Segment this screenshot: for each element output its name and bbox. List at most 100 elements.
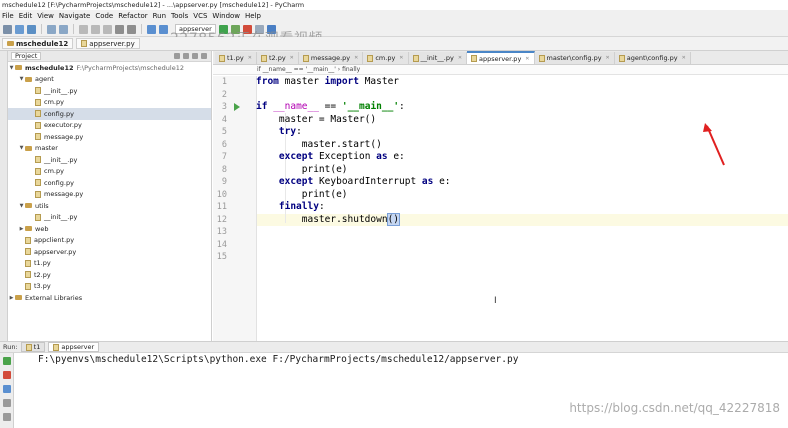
chevron-right-icon[interactable]: ▶: [8, 295, 15, 301]
editor-tab[interactable]: t2.py ✕: [256, 52, 299, 64]
tree-folder[interactable]: ▶ web: [8, 223, 211, 235]
tree-folder[interactable]: ▼ master: [8, 143, 211, 155]
paste-icon[interactable]: [103, 24, 112, 34]
close-icon[interactable]: ✕: [525, 56, 529, 62]
close-icon[interactable]: ✕: [682, 55, 686, 61]
menu-code[interactable]: Code: [95, 12, 113, 20]
menu-edit[interactable]: Edit: [19, 12, 33, 20]
editor-tab[interactable]: master\config.py ✕: [534, 52, 615, 64]
menu-view[interactable]: View: [37, 12, 54, 20]
find-icon[interactable]: [115, 24, 124, 34]
collapse-icon[interactable]: [183, 53, 189, 59]
tree-file[interactable]: t3.py: [8, 281, 211, 293]
tree-file[interactable]: appclient.py: [8, 235, 211, 247]
line-number: 2: [221, 89, 227, 100]
close-icon[interactable]: ✕: [458, 55, 462, 61]
code-breadcrumb[interactable]: if __name__ == '__main__' › finally: [213, 65, 788, 75]
close-icon[interactable]: ✕: [399, 55, 403, 61]
chevron-down-icon[interactable]: ▼: [8, 65, 15, 71]
tool-window-strip: [0, 51, 8, 341]
tree-library[interactable]: ▶ External Libraries: [8, 292, 211, 304]
tree-item-label: cm.py: [44, 98, 64, 107]
menu-help[interactable]: Help: [245, 12, 261, 20]
close-icon[interactable]: ✕: [290, 55, 294, 61]
undo-icon[interactable]: [47, 24, 56, 34]
menu-refactor[interactable]: Refactor: [118, 12, 147, 20]
menu-vcs[interactable]: VCS: [193, 12, 207, 20]
tree-file[interactable]: appserver.py: [8, 246, 211, 258]
tree-root-name: mschedule12: [25, 63, 74, 72]
folder-icon: [25, 203, 32, 209]
back-icon[interactable]: [147, 24, 156, 34]
code-line-7: except Exception as e:: [278, 151, 405, 162]
project-panel-header: Project: [8, 51, 211, 62]
forward-icon[interactable]: [159, 24, 168, 34]
tree-file[interactable]: __init__.py: [8, 212, 211, 224]
python-file-icon: [35, 179, 41, 187]
close-icon[interactable]: ✕: [606, 55, 610, 61]
menu-file[interactable]: File: [2, 12, 14, 20]
open-icon[interactable]: [3, 24, 12, 34]
pause-icon[interactable]: [3, 385, 11, 393]
copy-icon[interactable]: [91, 24, 100, 34]
python-file-icon: [35, 87, 41, 95]
tree-root[interactable]: ▼ mschedule12 F:\PycharmProjects\mschedu…: [8, 62, 211, 74]
tree-item-label: __init__.py: [44, 213, 78, 222]
run-tab-appserver[interactable]: appserver: [48, 342, 100, 352]
chevron-down-icon[interactable]: ▼: [18, 76, 25, 82]
line-number: 14: [216, 239, 227, 250]
tree-folder[interactable]: ▼ agent: [8, 74, 211, 86]
tree-item-label: t3.py: [34, 282, 51, 291]
menu-run[interactable]: Run: [153, 12, 166, 20]
tree-file[interactable]: cm.py: [8, 166, 211, 178]
editor-tab[interactable]: appserver.py ✕: [467, 51, 535, 64]
tree-file[interactable]: __init__.py: [8, 85, 211, 97]
replace-icon[interactable]: [127, 24, 136, 34]
editor-tab[interactable]: t1.py ✕: [215, 52, 257, 64]
nav-file-crumb[interactable]: appserver.py: [76, 38, 140, 49]
menu-tools[interactable]: Tools: [171, 12, 188, 20]
chevron-down-icon[interactable]: ▼: [18, 203, 25, 209]
tree-folder[interactable]: ▼ utils: [8, 200, 211, 212]
gear-icon[interactable]: [192, 53, 198, 59]
tree-file[interactable]: config.py: [8, 108, 211, 120]
nav-project-crumb[interactable]: mschedule12: [2, 38, 74, 49]
editor-tab[interactable]: agent\config.py ✕: [614, 52, 691, 64]
project-panel: Project ▼ mschedule12 F:\PycharmProjects…: [8, 51, 212, 341]
redo-icon[interactable]: [59, 24, 68, 34]
project-view-select[interactable]: Project: [11, 52, 42, 60]
tree-file[interactable]: config.py: [8, 177, 211, 189]
sync-icon[interactable]: [27, 24, 36, 34]
tree-file[interactable]: message.py: [8, 189, 211, 201]
chevron-down-icon[interactable]: ▼: [18, 145, 25, 151]
code-area[interactable]: 1 2 3 4 5 6 7 8 9 10 11 12 13 14 15 from master import…: [213, 76, 788, 341]
rerun-icon[interactable]: [3, 357, 11, 365]
stop-icon[interactable]: [3, 371, 11, 379]
print-icon[interactable]: [3, 413, 11, 421]
cut-icon[interactable]: [79, 24, 88, 34]
locate-icon[interactable]: [174, 53, 180, 59]
menu-navigate[interactable]: Navigate: [59, 12, 90, 20]
hide-icon[interactable]: [201, 53, 207, 59]
run-arrow-icon[interactable]: [234, 103, 240, 111]
chevron-right-icon[interactable]: ▶: [18, 226, 25, 232]
run-tab-t1[interactable]: t1: [20, 342, 46, 352]
tree-file[interactable]: executor.py: [8, 120, 211, 132]
tree-file[interactable]: __init__.py: [8, 154, 211, 166]
tree-item-label: agent: [35, 75, 54, 84]
tree-file[interactable]: cm.py: [8, 97, 211, 109]
editor-tab[interactable]: __init__.py ✕: [408, 52, 468, 64]
save-icon[interactable]: [15, 24, 24, 34]
close-icon[interactable]: ✕: [248, 55, 252, 61]
tree-file[interactable]: t2.py: [8, 269, 211, 281]
tree-file[interactable]: t1.py: [8, 258, 211, 270]
tree-root-path: F:\PycharmProjects\mschedule12: [76, 63, 185, 72]
editor-tab[interactable]: message.py ✕: [298, 52, 364, 64]
layout-icon[interactable]: [3, 399, 11, 407]
menu-window[interactable]: Window: [212, 12, 240, 20]
python-file-icon: [35, 190, 41, 198]
tree-file[interactable]: message.py: [8, 131, 211, 143]
run-console[interactable]: F:\pyenvs\mschedule12\Scripts\python.exe…: [14, 353, 788, 428]
editor-tab[interactable]: cm.py ✕: [363, 52, 409, 64]
close-icon[interactable]: ✕: [354, 55, 358, 61]
